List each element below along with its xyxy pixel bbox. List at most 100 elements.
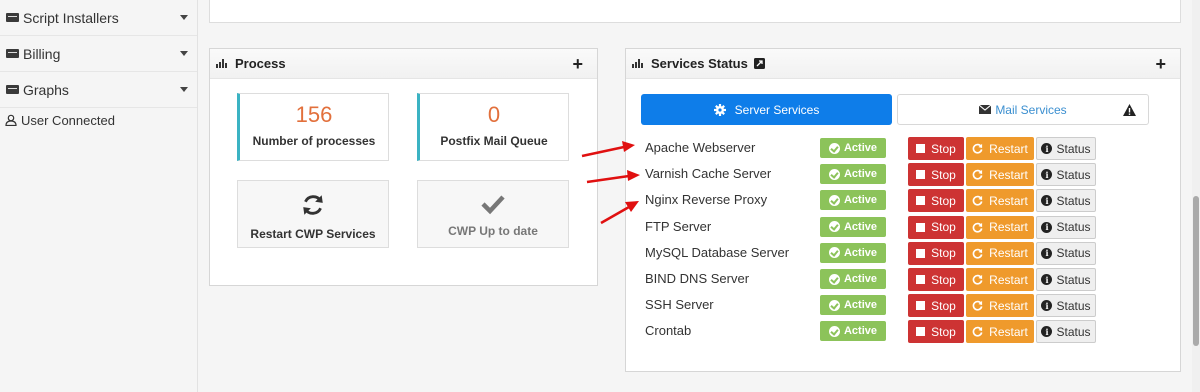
stop-button[interactable]: Stop [908, 268, 964, 291]
button-label: Status [1056, 272, 1091, 287]
service-name: BIND DNS Server [645, 271, 750, 286]
sidebar-item-billing[interactable]: Billing [0, 36, 197, 72]
button-label: Status [1056, 220, 1091, 235]
status-button[interactable]: i Status [1036, 137, 1096, 160]
badge-label: Active [843, 142, 878, 154]
status-button[interactable]: i Status [1036, 215, 1096, 239]
panel-title: Process [235, 56, 286, 71]
sidebar: Script Installers Billing Graphs User Co… [0, 0, 198, 392]
stop-button[interactable]: Stop [908, 241, 964, 265]
cwp-up-to-date-card: CWP Up to date [417, 180, 569, 248]
info-icon: i [1041, 300, 1053, 312]
button-label: Restart [989, 141, 1028, 156]
tab-server-services[interactable]: Server Services [641, 94, 892, 125]
sidebar-item-user-connected[interactable]: User Connected [0, 108, 197, 132]
caret-down-icon [180, 51, 188, 56]
gear-icon [713, 103, 726, 116]
menu-icon [6, 85, 19, 94]
button-label: Restart [989, 324, 1028, 339]
status-button[interactable]: i Status [1036, 241, 1096, 265]
process-panel: Process + [209, 48, 598, 286]
postfix-mail-queue-card[interactable]: 0 Postfix Mail Queue [417, 93, 569, 161]
button-label: Stop [931, 298, 956, 313]
restart-button[interactable]: Restart [966, 189, 1034, 213]
stop-icon [916, 327, 926, 337]
external-link-icon[interactable] [753, 58, 765, 69]
refresh-icon [972, 327, 983, 337]
add-icon[interactable]: + [572, 55, 583, 73]
status-button[interactable]: i Status [1036, 268, 1096, 291]
stop-icon [916, 196, 926, 206]
service-status-badge: Active [820, 164, 886, 185]
check-circle-icon [828, 247, 840, 259]
service-row: MySQL Database Server Active Stop Restart i S… [645, 241, 1165, 266]
restart-button[interactable]: Restart [966, 163, 1034, 187]
restart-button[interactable]: Restart [966, 137, 1034, 160]
stop-button[interactable]: Stop [908, 294, 964, 318]
sidebar-item-label: Script Installers [23, 9, 119, 26]
restart-button[interactable]: Restart [966, 294, 1034, 318]
stop-icon [916, 170, 926, 180]
stop-icon [916, 222, 926, 232]
bar-chart-icon [632, 59, 644, 68]
restart-button[interactable]: Restart [966, 268, 1034, 291]
button-label: Status [1056, 298, 1091, 313]
annotation-arrow [581, 141, 635, 158]
service-row: FTP Server Active Stop Restart i Status [645, 215, 1165, 240]
restart-button[interactable]: Restart [966, 215, 1034, 239]
stop-button[interactable]: Stop [908, 215, 964, 239]
refresh-icon [972, 169, 983, 180]
sidebar-item-label: User Connected [21, 112, 115, 128]
restart-cwp-services-button[interactable]: Restart CWP Services [237, 180, 389, 248]
checkmark-icon [481, 195, 505, 215]
tab-mail-services[interactable]: Mail Services [897, 94, 1149, 125]
service-status-badge: Active [820, 216, 886, 237]
envelope-icon [979, 105, 992, 114]
scrollbar-thumb[interactable] [1193, 196, 1199, 346]
sidebar-item-graphs[interactable]: Graphs [0, 72, 197, 108]
stop-button[interactable]: Stop [908, 137, 964, 160]
restart-button[interactable]: Restart [966, 241, 1034, 265]
stop-button[interactable]: Stop [908, 189, 964, 213]
info-icon: i [1041, 221, 1053, 233]
button-label: Restart [989, 193, 1028, 208]
status-button[interactable]: i Status [1036, 163, 1096, 187]
button-label: Stop [931, 167, 956, 182]
stop-button[interactable]: Stop [908, 163, 964, 187]
tab-label: Server Services [734, 102, 820, 117]
button-label: Status [1056, 141, 1091, 156]
restart-button[interactable]: Restart [966, 320, 1034, 344]
button-label: Status [1056, 193, 1091, 208]
add-icon[interactable]: + [1155, 55, 1166, 73]
info-icon: i [1041, 143, 1053, 154]
sidebar-item-script-installers[interactable]: Script Installers [0, 0, 197, 36]
number-of-processes-card[interactable]: 156 Number of processes [237, 93, 389, 161]
menu-icon [6, 13, 19, 22]
annotation-arrow [586, 170, 640, 184]
service-row: Apache Webserver Active Stop Restart i Status [645, 137, 1165, 161]
stop-icon [916, 301, 926, 311]
annotation-arrow [600, 201, 639, 225]
status-button[interactable]: i Status [1036, 294, 1096, 318]
processes-label: Number of processes [252, 134, 376, 148]
status-button[interactable]: i Status [1036, 320, 1096, 344]
stop-icon [916, 275, 926, 284]
top-panel [209, 0, 1181, 23]
service-status-badge: Active [820, 190, 886, 211]
cwp-status-label: CWP Up to date [448, 224, 538, 238]
badge-label: Active [843, 168, 878, 181]
sidebar-item-label: Graphs [23, 81, 69, 98]
info-icon: i [1041, 195, 1053, 207]
status-button[interactable]: i Status [1036, 189, 1096, 213]
caret-down-icon [180, 15, 188, 20]
button-label: Status [1056, 324, 1091, 339]
service-name: Apache Webserver [645, 140, 756, 155]
check-circle-icon [828, 142, 840, 154]
service-status-badge: Active [820, 321, 886, 342]
service-row: Varnish Cache Server Active Stop Restart i St… [645, 163, 1165, 187]
stop-button[interactable]: Stop [908, 320, 964, 344]
page-scrollbar[interactable] [1192, 0, 1200, 392]
button-label: Restart [989, 246, 1028, 261]
refresh-icon [972, 274, 983, 285]
processes-count: 156 [295, 102, 333, 127]
